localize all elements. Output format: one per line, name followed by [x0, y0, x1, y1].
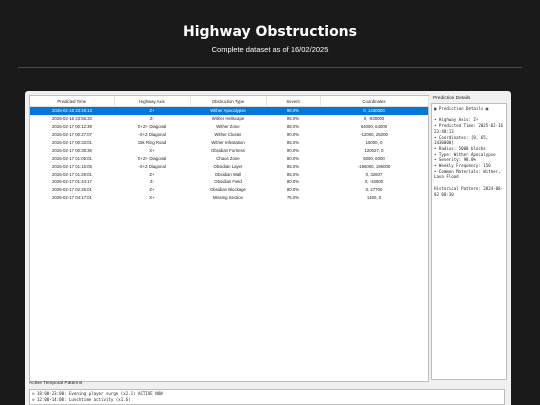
table-cell: 120027, 0 [364, 147, 384, 153]
column-header-obstruction-type[interactable]: Obstruction Type [190, 96, 267, 107]
table-cell: Wither Cluster [214, 132, 242, 138]
table-cell: 90.0% [286, 132, 300, 138]
table-cell: 1400, 0 [366, 195, 382, 201]
table-row[interactable]: 2025-02-17 04:17:01 X+ Missing Section 75.0… [30, 194, 428, 202]
table-cell: 88.0% [286, 124, 300, 130]
table-row[interactable]: 2025-02-17 00:12:39 X+Z+ Diagonal Wither Z… [30, 123, 428, 131]
table-cell: X+ [149, 147, 155, 153]
table-cell: 0, 32607 [365, 171, 383, 177]
column-header-coordinates[interactable]: Coordinates [320, 96, 429, 107]
page-subtitle: Complete dataset as of 16/02/2025 [211, 45, 329, 54]
table-cell: 90.0% [286, 147, 300, 153]
details-label: Prediction Details [433, 96, 471, 101]
table-cell: Missing Section [212, 195, 244, 201]
table-cell: X+Z+ Diagonal [137, 155, 167, 161]
table-cell: Wither Zone [216, 124, 240, 130]
table-cell: 85.0% [286, 140, 300, 145]
table-cell: Obsidian Field [214, 179, 242, 185]
table-cell: 0, 27700 [365, 187, 383, 193]
table-cell: 2025-02-17 01:16:05 [52, 163, 92, 169]
table-row[interactable]: 2025-02-17 01:05:01 X+Z+ Diagonal Chaos Zo… [30, 154, 428, 162]
details-line: Historical Pattern: 2024-08-02 08:30 [434, 185, 504, 197]
table-row[interactable]: 2025-02-17 00:38:36 X+ Obsidian Fortress 90… [30, 146, 428, 154]
table-cell: Wither Apocalypse [190, 106, 266, 115]
table-cell: Z+ [149, 187, 155, 193]
details-line: • Common Materials: Wither, Lava Flood [434, 168, 504, 180]
table-body: 2025-02-16 23:48:13 Z+ Wither Apocalypse 98… [30, 106, 428, 202]
table-cell: 64000, 64000 [360, 124, 388, 130]
table-cell: 98.0% [266, 106, 320, 115]
table-row[interactable]: 2025-02-16 23:48:13 Z+ Wither Apocalypse 98… [30, 106, 428, 115]
details-line: • Coordinates: [0, 65, 1430000] [434, 134, 491, 146]
table-row[interactable]: 2025-02-17 00:27:07 -X+Z Diagonal Wither C… [30, 131, 428, 139]
predictions-table: Predicted Time Highway Axis Obstruction … [30, 96, 429, 202]
table-row[interactable]: 2025-02-17 00:33:01 15k Ring Road Wither I… [30, 139, 428, 147]
table-cell: 80.0% [286, 179, 300, 185]
predictions-table-pane[interactable]: Predicted Time Highway Axis Obstruction … [29, 95, 429, 382]
details-line: • Predicted Time: 2025-02-16 23:48:13 [434, 123, 506, 134]
table-cell: X+ [149, 195, 155, 201]
table-cell: Obsidian Blockage [210, 187, 246, 193]
table-cell: Obsidian Wall [214, 171, 242, 177]
table-cell: 2025-02-17 00:12:39 [52, 124, 92, 130]
table-cell: 0, -33000 [364, 179, 384, 185]
table-row[interactable]: 2025-02-17 01:29:01 Z+ Obsidian Wall 85.0% 0… [30, 170, 428, 178]
patterns-label: Active Temporal Patterns [29, 381, 83, 386]
table-cell: 2025-02-17 02:25:01 [52, 187, 92, 193]
table-cell: 2025-02-16 23:48:13 [30, 106, 114, 115]
column-header-severity[interactable]: Severit [266, 96, 321, 107]
table-cell: 95.0% [286, 116, 300, 122]
table-cell: Wither Infestation [211, 140, 245, 145]
prediction-details-panel[interactable]: ▦ Prediction Details ▦ • Highway Axis: Z+… [431, 103, 507, 380]
table-cell: Obsidian Fortress [211, 147, 245, 153]
column-header-predicted-time[interactable]: Predicted Time [30, 96, 115, 107]
table-cell: 2025-02-17 00:33:01 [52, 140, 92, 145]
table-cell: 2025-02-17 01:44:17 [52, 179, 92, 185]
table-cell: 6000, 6000 [363, 155, 385, 161]
column-header-highway-axis[interactable]: Highway Axis [114, 96, 191, 107]
table-cell: 80.0% [286, 155, 300, 161]
table-cell: 0, 1430000 [320, 106, 428, 115]
table-cell: 15k Ring Road [137, 140, 167, 145]
table-cell: 85.0% [286, 171, 300, 177]
table-row[interactable]: 2025-02-17 02:25:01 Z+ Obsidian Blockage 80… [30, 186, 428, 194]
table-cell: 2025-02-17 00:27:07 [52, 132, 92, 138]
table-cell: 2025-02-17 01:29:01 [52, 171, 92, 177]
table-cell: -196000, 196000 [357, 163, 391, 169]
table-cell: Chaos Zone [216, 155, 240, 161]
table-cell: -12000, 25000 [360, 132, 388, 138]
table-cell: X+Z+ Diagonal [137, 124, 167, 130]
table-cell: Z+ [149, 171, 155, 177]
table-cell: -X+Z Diagonal [138, 132, 166, 138]
table-cell: 2025-02-16 23:56:33 [52, 116, 92, 122]
table-cell: Obsidian Layer [213, 163, 243, 169]
table-cell: Z- [149, 179, 155, 185]
table-cell: Z+ [114, 106, 190, 115]
table-cell: -X+Z Diagonal [138, 163, 166, 169]
table-cell: 80.0% [286, 187, 300, 193]
page-header: Highway Obstructions Complete dataset as… [0, 0, 540, 68]
table-cell: 2025-02-17 00:38:36 [52, 147, 92, 153]
table-cell: 2025-02-17 01:05:01 [52, 155, 92, 161]
table-cell: 15000, 0 [365, 140, 383, 145]
table-cell: 75.0% [286, 195, 300, 201]
pattern-line: ⊙ 12:00-14:00: Lunchtime activity (x1.6) [32, 396, 131, 402]
temporal-patterns-panel[interactable]: ⊙ 18:00-23:00: Evening player surge (x2.… [29, 389, 505, 405]
app-window: Predicted Time Highway Axis Obstruction … [25, 91, 511, 405]
table-cell: Z- [149, 116, 155, 122]
table-cell: 2025-02-17 04:17:01 [52, 195, 92, 201]
table-row[interactable]: 2025-02-17 01:44:17 Z- Obsidian Field 80.0%… [30, 178, 428, 186]
table-row[interactable]: 2025-02-17 01:16:05 -X+Z Diagonal Obsidian… [30, 162, 428, 170]
header-divider [18, 67, 522, 68]
table-row[interactable]: 2025-02-16 23:56:33 Z- Wither Hellscape 95.… [30, 115, 428, 123]
table-cell: 0, -930000 [363, 116, 385, 122]
table-cell: 85.0% [286, 163, 300, 169]
page-title: Highway Obstructions [183, 24, 357, 40]
table-cell: Wither Hellscape [211, 116, 245, 122]
table-header-row: Predicted Time Highway Axis Obstruction … [30, 96, 429, 107]
